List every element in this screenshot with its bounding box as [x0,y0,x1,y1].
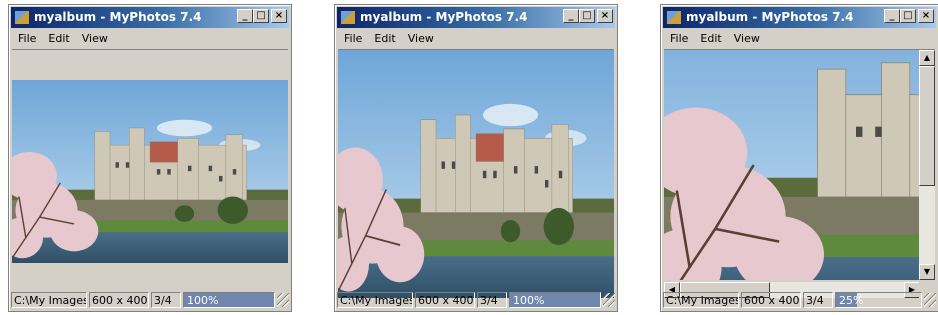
caption-buttons: _ □ × [884,9,934,23]
myphotos-window-1[interactable]: myalbum - MyPhotos 7.4 _ □ × File Edit V… [8,4,292,312]
maximize-icon[interactable]: □ [579,9,595,23]
photo-area: ▲ ▼ ◀ ▶ [664,49,935,298]
close-icon[interactable]: × [597,9,613,23]
status-image-size: 600 x 400 [415,292,475,308]
menu-file[interactable]: File [338,32,368,45]
myphotos-window-2[interactable]: myalbum - MyPhotos 7.4 _ □ × File Edit V… [334,4,618,312]
status-bar: C:\My Images\S 600 x 400 3/4 25% [663,291,936,309]
title-bar[interactable]: myalbum - MyPhotos 7.4 _ □ × [663,7,936,28]
vertical-scrollbar[interactable]: ▲ ▼ [919,50,935,280]
title-bar[interactable]: myalbum - MyPhotos 7.4 _ □ × [337,7,615,28]
app-icon[interactable] [14,10,30,25]
status-zoom: 25% [835,292,922,308]
scroll-down-icon[interactable]: ▼ [919,264,935,280]
photo [12,80,288,263]
menu-edit[interactable]: Edit [368,32,401,45]
status-bar: C:\My Images\S 600 x 400 3/4 100% [11,291,289,309]
menu-view[interactable]: View [728,32,766,45]
menu-bar: File Edit View [12,29,288,47]
status-image-size: 600 x 400 [741,292,801,308]
minimize-icon[interactable]: _ [884,9,900,23]
status-zoom: 100% [509,292,601,308]
menu-view[interactable]: View [402,32,440,45]
menu-view[interactable]: View [76,32,114,45]
status-bar: C:\My Images\S 600 x 400 3/4 100% [337,291,615,309]
status-path: C:\My Images\S [337,292,413,308]
maximize-icon[interactable]: □ [253,9,269,23]
menu-edit[interactable]: Edit [694,32,727,45]
myphotos-window-3[interactable]: myalbum - MyPhotos 7.4 _ □ × File Edit V… [660,4,938,312]
menu-file[interactable]: File [12,32,42,45]
status-path: C:\My Images\S [663,292,739,308]
status-page: 3/4 [477,292,507,308]
status-page: 3/4 [803,292,833,308]
menu-edit[interactable]: Edit [42,32,75,45]
caption-buttons: _ □ × [237,9,287,23]
resize-grip-icon[interactable] [277,293,289,307]
scroll-up-icon[interactable]: ▲ [919,50,935,66]
status-page: 3/4 [151,292,181,308]
maximize-icon[interactable]: □ [900,9,916,23]
app-icon[interactable] [666,10,682,25]
status-zoom: 100% [183,292,275,308]
minimize-icon[interactable]: _ [237,9,253,23]
resize-grip-icon[interactable] [924,293,936,307]
close-icon[interactable]: × [918,9,934,23]
menu-file[interactable]: File [664,32,694,45]
photo-area [12,49,288,298]
title-bar[interactable]: myalbum - MyPhotos 7.4 _ □ × [11,7,289,28]
photo [338,50,614,298]
app-icon[interactable] [340,10,356,25]
window-title: myalbum - MyPhotos 7.4 [34,10,202,24]
caption-buttons: _ □ × [563,9,613,23]
vertical-scroll-thumb[interactable] [919,66,935,186]
minimize-icon[interactable]: _ [563,9,579,23]
menu-bar: File Edit View [338,29,614,47]
resize-grip-icon[interactable] [603,293,615,307]
window-title: myalbum - MyPhotos 7.4 [686,10,854,24]
photo-area [338,49,614,298]
window-title: myalbum - MyPhotos 7.4 [360,10,528,24]
zoom-text: 100% [187,294,219,307]
photo [664,50,920,280]
close-icon[interactable]: × [271,9,287,23]
status-path: C:\My Images\S [11,292,87,308]
menu-bar: File Edit View [664,29,935,47]
zoom-text: 25% [839,294,864,307]
zoom-text: 100% [513,294,545,307]
status-image-size: 600 x 400 [89,292,149,308]
